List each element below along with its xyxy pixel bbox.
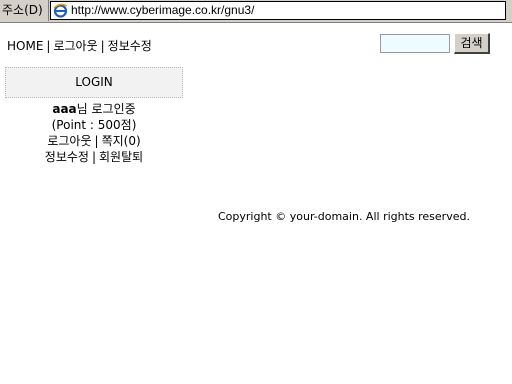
url-field[interactable]: http://www.cyberimage.co.kr/gnu3/ <box>50 1 506 20</box>
user-links-row-1: 로그아웃 | 쪽지(0) <box>5 133 183 149</box>
user-edit-info-link[interactable]: 정보수정 <box>45 150 89 164</box>
footer-copyright: Copyright © your-domain. All rights rese… <box>218 210 470 223</box>
username: aaa <box>52 102 77 116</box>
link-separator: | <box>91 150 97 164</box>
login-box-header: LOGIN <box>5 67 183 98</box>
login-status-text: 님 로그인중 <box>76 102 136 116</box>
user-logout-link[interactable]: 로그아웃 <box>47 134 91 148</box>
url-text: http://www.cyberimage.co.kr/gnu3/ <box>71 3 255 17</box>
address-label: 주소(D) <box>0 0 49 21</box>
nav-separator: | <box>100 39 105 53</box>
user-links-row-2: 정보수정 | 회원탈퇴 <box>5 149 183 165</box>
nav-logout-link[interactable]: 로그아웃 <box>53 37 97 54</box>
user-points: (Point : 500점) <box>51 118 137 132</box>
nav-home-link[interactable]: HOME <box>7 39 43 53</box>
link-separator: | <box>94 134 99 148</box>
nav-separator: | <box>46 39 51 53</box>
nav-edit-info-link[interactable]: 정보수정 <box>108 37 152 54</box>
withdraw-link[interactable]: 회원탈퇴 <box>99 150 143 164</box>
search-button[interactable]: 검색 <box>454 33 490 54</box>
search-input[interactable] <box>380 34 450 53</box>
browser-address-bar: 주소(D) http://www.cyberimage.co.kr/gnu3/ <box>0 0 512 23</box>
memo-link[interactable]: 쪽지(0) <box>102 134 141 148</box>
login-status: aaa님 로그인중 <box>5 101 183 117</box>
top-navigation: HOME | 로그아웃 | 정보수정 <box>7 37 152 54</box>
user-info-panel: aaa님 로그인중 (Point : 500점) 로그아웃 | 쪽지(0) 정보수정… <box>5 101 183 165</box>
internet-explorer-icon <box>53 3 68 18</box>
